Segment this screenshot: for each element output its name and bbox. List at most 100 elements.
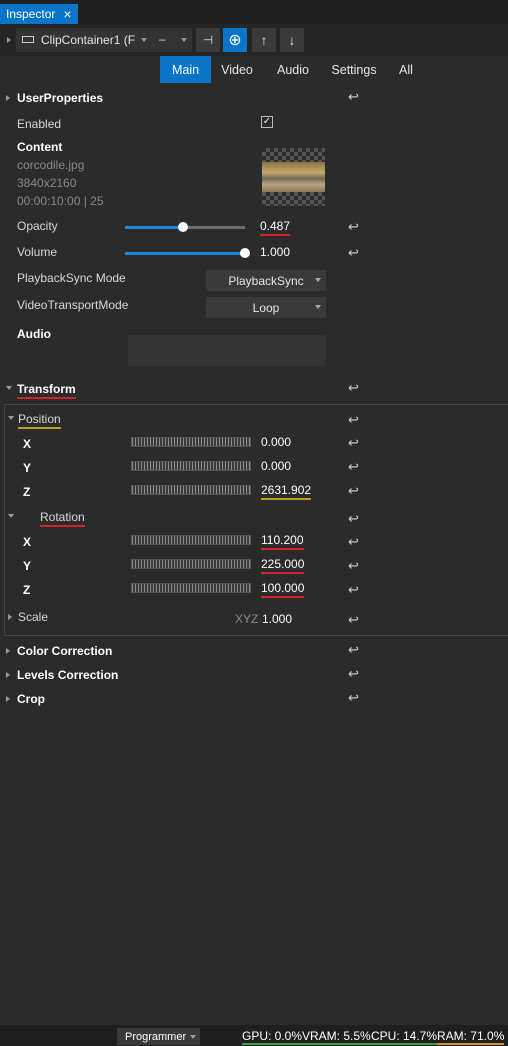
video-transport-dropdown[interactable]: Loop	[206, 297, 326, 318]
chevron-down-icon[interactable]	[181, 38, 187, 42]
userproperties-header[interactable]: UserProperties	[17, 91, 103, 105]
toolbar: ClipContainer1 (F – ⊣ ⊕ ↑ ↓	[0, 24, 508, 56]
scale-xyz-label: XYZ	[235, 612, 259, 626]
tab-settings[interactable]: Settings	[326, 56, 382, 83]
position-z-value[interactable]: 2631.902	[261, 483, 312, 500]
expand-arrow-icon[interactable]	[8, 614, 12, 620]
reset-icon[interactable]: ↩	[348, 89, 359, 105]
chevron-down-icon	[315, 305, 321, 309]
color-correction-header[interactable]: Color Correction	[17, 644, 112, 658]
reset-icon[interactable]: ↩	[348, 412, 359, 428]
opacity-slider-fill	[125, 226, 184, 229]
reset-icon[interactable]: ↩	[348, 690, 359, 706]
volume-slider-fill	[125, 252, 245, 255]
inspector-tab[interactable]: Inspector ×	[0, 4, 78, 24]
rotation-x-scrubber[interactable]	[131, 535, 251, 545]
expand-arrow-icon[interactable]	[6, 696, 10, 702]
reset-icon[interactable]: ↩	[348, 642, 359, 658]
ram-stat: RAM: 71.0%	[437, 1029, 505, 1045]
move-down-button[interactable]: ↓	[280, 28, 304, 52]
audio-field[interactable]	[128, 335, 326, 366]
container-name: ClipContainer1 (F	[41, 33, 136, 47]
rotation-label[interactable]: Rotation	[40, 510, 85, 527]
collapse-arrow-icon[interactable]	[8, 416, 14, 420]
rotation-y-label: Y	[23, 559, 32, 573]
collapse-arrow-icon[interactable]	[6, 386, 12, 390]
playback-sync-dropdown[interactable]: PlaybackSync	[206, 270, 326, 291]
position-x-value[interactable]: 0.000	[261, 435, 291, 449]
mode-dropdown[interactable]: Programmer	[117, 1028, 200, 1045]
position-label[interactable]: Position	[18, 412, 61, 429]
position-z-label: Z	[23, 485, 31, 499]
tab-video[interactable]: Video	[214, 56, 260, 83]
chevron-down-icon	[315, 278, 321, 282]
video-transport-label: VideoTransportMode	[17, 298, 129, 312]
cpu-stat: CPU: 14.7%	[371, 1029, 438, 1045]
rotation-y-scrubber[interactable]	[131, 559, 251, 569]
volume-value[interactable]: 1.000	[260, 245, 290, 259]
dash-label: –	[159, 32, 166, 46]
enabled-label: Enabled	[17, 117, 62, 131]
opacity-value[interactable]: 0.487	[260, 219, 291, 236]
playback-sync-label: PlaybackSync Mode	[17, 271, 126, 285]
expand-arrow-icon[interactable]	[7, 37, 11, 43]
tab-audio[interactable]: Audio	[268, 56, 318, 83]
tab-main[interactable]: Main	[160, 56, 211, 83]
opacity-slider-knob[interactable]	[178, 222, 189, 232]
arrow-down-icon: ↓	[288, 32, 296, 48]
expand-arrow-icon[interactable]	[6, 672, 10, 678]
position-y-scrubber[interactable]	[131, 461, 251, 471]
levels-correction-header[interactable]: Levels Correction	[17, 668, 118, 682]
move-up-button[interactable]: ↑	[252, 28, 276, 52]
expand-arrow-icon[interactable]	[6, 95, 10, 101]
pin-button[interactable]: ⊣	[196, 28, 220, 52]
container-selector[interactable]: ClipContainer1 (F –	[16, 28, 192, 52]
chevron-down-icon	[190, 1035, 196, 1039]
rotation-z-value[interactable]: 100.000	[261, 581, 305, 598]
reset-icon[interactable]: ↩	[348, 612, 359, 628]
reset-icon[interactable]: ↩	[348, 666, 359, 682]
reset-icon[interactable]: ↩	[348, 511, 359, 527]
expand-arrow-icon[interactable]	[6, 648, 10, 654]
mode-value: Programmer	[125, 1031, 187, 1043]
rotation-x-value[interactable]: 110.200	[261, 533, 304, 550]
reset-icon[interactable]: ↩	[348, 459, 359, 475]
reset-icon[interactable]: ↩	[348, 483, 359, 499]
crop-header[interactable]: Crop	[17, 692, 45, 706]
close-icon[interactable]: ×	[63, 7, 71, 21]
status-bar: Programmer GPU: 0.0% VRAM: 5.5% CPU: 14.…	[0, 1025, 508, 1046]
chevron-down-icon[interactable]	[141, 38, 147, 42]
vram-stat: VRAM: 5.5%	[302, 1029, 371, 1045]
rotation-z-label: Z	[23, 583, 31, 597]
enabled-checkbox[interactable]: ✓	[261, 116, 273, 128]
pin-icon: ⊣	[202, 33, 214, 47]
content-thumbnail[interactable]	[262, 148, 325, 206]
target-button[interactable]: ⊕	[223, 28, 247, 52]
position-y-value[interactable]: 0.000	[261, 459, 291, 473]
volume-label: Volume	[17, 245, 58, 259]
volume-slider-knob[interactable]	[240, 248, 250, 258]
collapse-arrow-icon[interactable]	[8, 514, 14, 518]
tab-all[interactable]: All	[390, 56, 422, 83]
reset-icon[interactable]: ↩	[348, 582, 359, 598]
crocodile-image	[262, 162, 325, 192]
content-timecode: 00:00:10:00 | 25	[17, 194, 104, 208]
position-x-scrubber[interactable]	[131, 437, 251, 447]
reset-icon[interactable]: ↩	[348, 380, 359, 396]
scale-label[interactable]: Scale	[18, 610, 48, 624]
reset-icon[interactable]: ↩	[348, 245, 359, 261]
transform-header[interactable]: Transform	[17, 382, 76, 399]
reset-icon[interactable]: ↩	[348, 534, 359, 550]
video-transport-value: Loop	[252, 300, 280, 315]
rotation-y-value[interactable]: 225.000	[261, 557, 305, 574]
scale-value[interactable]: 1.000	[262, 612, 292, 626]
reset-icon[interactable]: ↩	[348, 558, 359, 574]
position-z-scrubber[interactable]	[131, 485, 251, 495]
position-y-label: Y	[23, 461, 32, 475]
content-resolution: 3840x2160	[17, 176, 77, 190]
rotation-z-scrubber[interactable]	[131, 583, 251, 593]
reset-icon[interactable]: ↩	[348, 219, 359, 235]
inspector-tab-label: Inspector	[6, 7, 56, 21]
audio-label: Audio	[17, 327, 51, 341]
reset-icon[interactable]: ↩	[348, 435, 359, 451]
